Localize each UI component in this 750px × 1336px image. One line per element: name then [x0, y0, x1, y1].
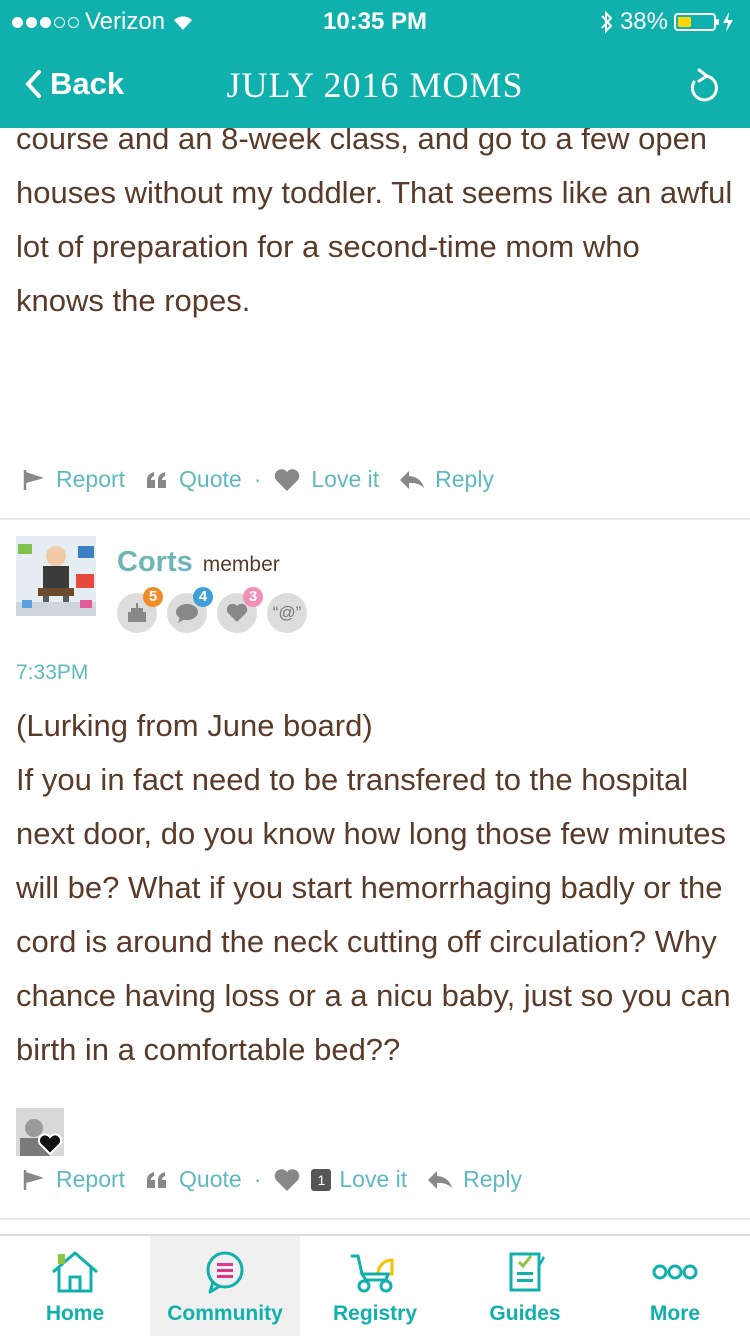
- user-badges: 5 4 3 “@”: [117, 587, 307, 633]
- tab-home[interactable]: Home: [0, 1236, 150, 1336]
- post-actions: Report Quote · 1 Love it Reply: [22, 1166, 542, 1193]
- refresh-icon[interactable]: [686, 68, 720, 104]
- battery-percent: 38%: [619, 8, 668, 35]
- charging-icon: [723, 12, 733, 32]
- user-photo: [16, 536, 96, 616]
- report-button[interactable]: Report: [22, 466, 125, 493]
- username-link[interactable]: Corts: [117, 546, 193, 579]
- status-bar: Verizon 10:35 PM 38%: [0, 6, 750, 36]
- tab-more[interactable]: More: [600, 1236, 750, 1336]
- love-button[interactable]: Love it: [273, 466, 379, 493]
- bluetooth-icon: [601, 10, 613, 34]
- tab-guides[interactable]: Guides: [450, 1236, 600, 1336]
- mention-icon[interactable]: “@”: [267, 593, 307, 633]
- reply-button[interactable]: Reply: [427, 1166, 522, 1193]
- flag-icon: [23, 1169, 44, 1190]
- quote-button[interactable]: Quote: [145, 1166, 242, 1193]
- community-icon: [206, 1251, 244, 1294]
- comment-icon[interactable]: 4: [167, 587, 213, 633]
- heart-icon: [275, 468, 300, 491]
- stroller-icon: [350, 1254, 394, 1293]
- tab-community[interactable]: Community: [150, 1236, 300, 1336]
- love-button[interactable]: 1 Love it: [273, 1166, 407, 1193]
- report-button[interactable]: Report: [22, 1166, 125, 1193]
- heart-icon: [275, 1168, 300, 1191]
- post-divider: [0, 1218, 750, 1220]
- home-icon: [52, 1251, 98, 1293]
- post-actions: Report Quote · Love it Reply: [22, 466, 514, 493]
- separator: ·: [253, 1166, 262, 1192]
- heart-icon[interactable]: 3: [217, 587, 263, 633]
- quote-button[interactable]: Quote: [145, 466, 242, 493]
- reply-button[interactable]: Reply: [399, 466, 494, 493]
- guides-icon: [509, 1252, 545, 1292]
- thread-content[interactable]: course and an 8-week class, and go to a …: [0, 128, 750, 1234]
- flag-icon: [23, 469, 44, 490]
- cake-icon[interactable]: 5: [117, 587, 163, 633]
- heart-icon: [16, 1108, 64, 1156]
- liker-avatar[interactable]: [16, 1108, 64, 1156]
- quote-icon: [147, 471, 167, 488]
- separator: ·: [253, 466, 262, 492]
- app-header: Verizon 10:35 PM 38% Back JULY 2016 MOMS: [0, 0, 750, 128]
- quote-icon: [147, 1171, 167, 1188]
- post-divider: [0, 518, 750, 520]
- reply-icon: [428, 1170, 453, 1189]
- page-title: JULY 2016 MOMS: [226, 65, 524, 105]
- post-body: course and an 8-week class, and go to a …: [16, 128, 733, 318]
- reply-icon: [400, 470, 425, 489]
- tab-registry[interactable]: Registry: [300, 1236, 450, 1336]
- post-body: (Lurking from June board) If you in fact…: [16, 708, 731, 1067]
- battery-icon: [674, 13, 719, 31]
- post-timestamp: 7:33PM: [16, 661, 89, 684]
- more-icon: [652, 1264, 698, 1280]
- user-role: member: [202, 553, 280, 576]
- tab-bar: Home Community Registry Guides More: [0, 1234, 750, 1336]
- avatar[interactable]: [16, 536, 96, 616]
- love-count: 1: [311, 1168, 332, 1191]
